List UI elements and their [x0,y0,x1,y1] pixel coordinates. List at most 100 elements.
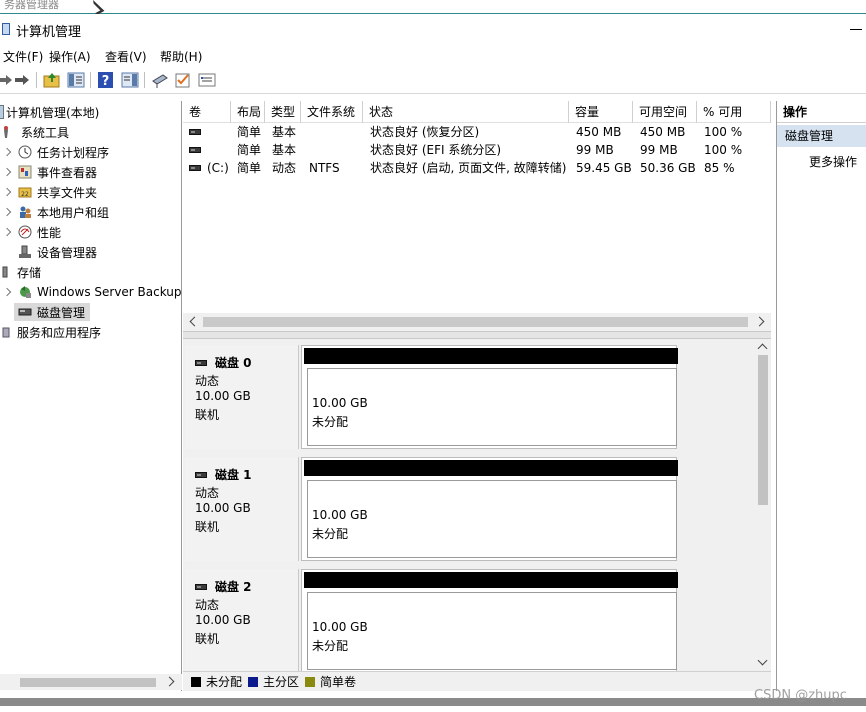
chevron-right-icon[interactable] [2,227,12,237]
column-layout[interactable]: 布局 [231,101,265,123]
disk-name: 磁盘 0 [195,354,252,371]
check-properties-icon[interactable] [174,71,192,89]
minimize-button[interactable] [846,19,866,39]
disk-size: 10.00 GB [195,501,251,515]
column-filesystem[interactable]: 文件系统 [301,101,363,123]
volume-list-header: 卷 布局 类型 文件系统 状态 容量 可用空间 % 可用 [183,101,771,123]
disk-info-panel[interactable]: 磁盘 0 动态 10.00 GB 联机 [185,345,299,449]
chevron-right-icon[interactable] [2,207,12,217]
chevron-right-icon[interactable] [2,147,12,157]
column-free-space[interactable]: 可用空间 [633,101,697,123]
tree-event-viewer[interactable]: 事件查看器 [2,163,97,181]
help-icon[interactable]: ? [97,71,115,89]
column-percent-free[interactable]: % 可用 [697,101,771,123]
partition-box[interactable]: 10.00 GB 未分配 [301,345,678,449]
scrollbar-thumb[interactable] [758,355,768,505]
column-status[interactable]: 状态 [363,101,569,123]
actions-section-disk-management[interactable]: 磁盘管理 [777,125,866,147]
legend-swatch [191,676,201,687]
disk-map-vertical-scrollbar[interactable] [755,339,771,671]
disk-icon [195,471,207,478]
event-log-icon [18,165,32,179]
cell-free: 99 MB [640,143,678,157]
cell-free: 450 MB [640,125,686,139]
pane-splitter[interactable] [183,331,771,339]
backup-icon [20,286,31,298]
legend-primary-partition: 主分区 [248,673,299,690]
disk-block: 磁盘 1 动态 10.00 GB 联机 10.00 GB 未分配 [183,451,755,561]
shared-folder-icon: 22 [18,187,32,198]
scroll-right-arrow-icon[interactable] [164,676,175,687]
cell-status: 状态良好 (恢复分区) [370,125,480,139]
show-action-pane-icon[interactable] [121,71,139,89]
column-capacity[interactable]: 容量 [569,101,633,123]
properties-sheet-icon[interactable] [198,71,216,89]
partition-size: 10.00 GB [312,508,368,522]
menu-file[interactable]: 文件(F) [3,48,43,65]
unallocated-bar [304,572,678,588]
disk-management-pane: 卷 布局 类型 文件系统 状态 容量 可用空间 % 可用 简单 基本 状态良好 … [183,101,771,691]
chevron-right-icon[interactable] [2,187,12,197]
scroll-right-arrow-icon[interactable] [754,316,765,327]
scrollbar-thumb[interactable] [20,678,156,687]
partition-body: 10.00 GB 未分配 [307,368,677,446]
disk-info-panel[interactable]: 磁盘 1 动态 10.00 GB 联机 [185,457,299,561]
column-type[interactable]: 类型 [265,101,301,123]
up-folder-icon[interactable] [43,71,61,89]
tree-performance[interactable]: 性能 [2,223,61,241]
cell-capacity: 99 MB [576,143,614,157]
scrollbar-thumb[interactable] [203,317,748,327]
tree-label: 设备管理器 [37,245,98,260]
tree-system-tools[interactable]: 系统工具 [2,123,69,141]
cell-type: 动态 [272,161,297,175]
tree-root-computer-management[interactable]: 计算机管理(本地) [0,103,99,121]
volume-list-horizontal-scrollbar[interactable] [183,313,771,331]
legend-label: 主分区 [263,675,300,689]
tree-label: Windows Server Backup [37,285,182,299]
partition-body: 10.00 GB 未分配 [307,592,677,670]
forward-arrow-icon[interactable] [13,71,31,89]
volume-row[interactable]: (C:) 简单 动态 NTFS 状态良好 (启动, 页面文件, 故障转储) 59… [183,159,771,177]
partition-status: 未分配 [312,415,349,429]
column-volume[interactable]: 卷 [183,101,231,123]
disk-kind: 动态 [195,374,220,388]
more-actions-link[interactable]: 更多操作 [809,153,857,170]
back-arrow-icon[interactable] [0,71,14,89]
performance-icon [18,225,32,239]
tree-label: 任务计划程序 [37,145,110,160]
cell-percent: 85 % [704,161,735,175]
tree-device-manager[interactable]: 设备管理器 [18,243,97,261]
partition-box[interactable]: 10.00 GB 未分配 [301,457,678,561]
menu-view[interactable]: 查看(V) [105,48,147,65]
chevron-right-icon[interactable] [2,167,12,177]
tree-horizontal-scrollbar[interactable] [0,674,182,690]
cell-layout: 简单 [237,161,262,175]
disk-size: 10.00 GB [195,389,251,403]
tree-services-apps[interactable]: 服务和应用程序 [2,323,101,341]
legend-swatch [305,676,316,687]
scroll-down-arrow-icon[interactable] [757,655,768,666]
tree-shared-folders[interactable]: 22 共享文件夹 [2,183,98,201]
volume-row[interactable]: 简单 基本 状态良好 (恢复分区) 450 MB 450 MB 100 % [183,123,771,141]
tree-label: 共享文件夹 [37,185,98,200]
show-hide-tree-icon[interactable] [67,71,85,89]
actions-header: 操作 [777,101,866,123]
tree-local-users[interactable]: 本地用户和组 [2,203,109,221]
tree-task-scheduler[interactable]: 任务计划程序 [2,143,110,161]
menu-help[interactable]: 帮助(H) [160,48,202,65]
chevron-right-icon[interactable] [2,287,12,297]
volume-icon [189,165,201,171]
volume-row[interactable]: 简单 基本 状态良好 (EFI 系统分区) 99 MB 99 MB 100 % [183,141,771,159]
cell-free: 50.36 GB [640,161,696,175]
menu-action[interactable]: 操作(A) [49,48,91,65]
tree-disk-management[interactable]: 磁盘管理 [14,303,90,321]
actions-pane: 操作 磁盘管理 更多操作 [776,101,866,691]
tree-storage[interactable]: 存储 [2,263,41,281]
cell-percent: 100 % [704,125,743,139]
tree-windows-server-backup[interactable]: Windows Server Backup [2,283,182,301]
disk-info-panel[interactable]: 磁盘 2 动态 10.00 GB 联机 [185,569,299,671]
connect-drive-icon[interactable] [151,71,169,89]
scroll-up-arrow-icon[interactable] [757,343,768,354]
partition-box[interactable]: 10.00 GB 未分配 [301,569,678,671]
scroll-left-arrow-icon[interactable] [189,316,200,327]
